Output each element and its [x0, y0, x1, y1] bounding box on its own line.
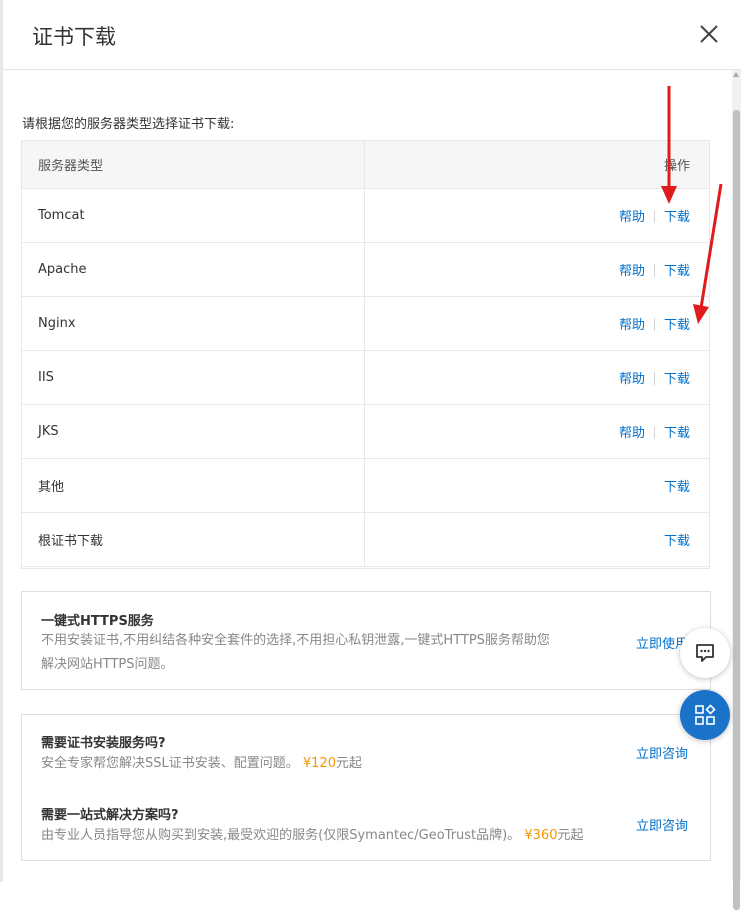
- table-row: 其他 下载: [21, 458, 710, 513]
- server-type-cell: Tomcat: [21, 188, 365, 243]
- server-type-cell: JKS: [21, 404, 365, 459]
- action-cell: 帮助 下载: [364, 296, 710, 351]
- solution-service-price-suffix: 元起: [557, 828, 584, 843]
- help-link[interactable]: 帮助: [619, 372, 645, 387]
- table-row: Apache 帮助 下载: [21, 242, 710, 297]
- apps-icon: [695, 704, 716, 725]
- action-cell: 帮助 下载: [364, 350, 710, 405]
- server-type-cell: 根证书下载: [21, 512, 365, 567]
- scroll-up-icon[interactable]: [733, 72, 739, 77]
- download-link[interactable]: 下载: [664, 480, 690, 495]
- solution-service-desc: 由专业人员指导您从购买到安装,最受欢迎的服务(仅限Symantec/GeoTru…: [41, 825, 583, 847]
- download-link[interactable]: 下载: [664, 318, 690, 333]
- help-link[interactable]: 帮助: [619, 264, 645, 279]
- install-service-price-suffix: 元起: [335, 756, 362, 771]
- server-type-cell: IIS: [21, 350, 365, 405]
- https-service-panel: 一键式HTTPS服务 不用安装证书,不用纠结各种安全套件的选择,不用担心私钥泄露…: [21, 591, 711, 690]
- certificate-download-dialog: 证书下载 请根据您的服务器类型选择证书下载: 服务器类型 操作 Tomcat 帮助…: [3, 0, 741, 910]
- table-row: Nginx 帮助 下载: [21, 296, 710, 351]
- close-icon[interactable]: [697, 22, 721, 46]
- download-link[interactable]: 下载: [664, 210, 690, 225]
- column-header-server-type: 服务器类型: [21, 140, 365, 189]
- table-row: 根证书下载 下载: [21, 512, 710, 567]
- download-link[interactable]: 下载: [664, 372, 690, 387]
- scrollbar[interactable]: [732, 70, 741, 910]
- solution-service-title: 需要一站式解决方案吗?: [41, 808, 179, 823]
- action-cell: 帮助 下载: [364, 188, 710, 243]
- install-service-price: ¥120: [302, 756, 336, 771]
- action-cell: 下载: [364, 512, 710, 567]
- chat-icon: [696, 644, 714, 662]
- https-service-desc-line2: 解决网站HTTPS问题。: [41, 657, 174, 672]
- column-header-action: 操作: [364, 140, 710, 189]
- link-divider: [653, 372, 655, 385]
- install-service-desc-text: 安全专家帮您解决SSL证书安装、配置问题。: [41, 756, 299, 771]
- solution-service-price: ¥360: [524, 828, 558, 843]
- link-divider: [653, 210, 655, 223]
- solution-consult-link[interactable]: 立即咨询: [636, 815, 688, 834]
- table-row: IIS 帮助 下载: [21, 350, 710, 405]
- scrollbar-thumb[interactable]: [733, 110, 740, 910]
- link-divider: [653, 426, 655, 439]
- dialog-header: 证书下载: [3, 0, 741, 70]
- download-link[interactable]: 下载: [664, 534, 690, 549]
- apps-button[interactable]: [680, 690, 730, 740]
- https-service-desc-line1: 不用安装证书,不用纠结各种安全套件的选择,不用担心私钥泄露,一键式HTTPS服务…: [41, 633, 550, 648]
- install-service-title: 需要证书安装服务吗?: [41, 736, 166, 751]
- install-service-desc: 安全专家帮您解决SSL证书安装、配置问题。 ¥120元起: [41, 753, 362, 775]
- chat-button[interactable]: [680, 628, 730, 678]
- help-link[interactable]: 帮助: [619, 318, 645, 333]
- intro-text: 请根据您的服务器类型选择证书下载:: [22, 117, 235, 132]
- link-divider: [653, 318, 655, 331]
- download-link[interactable]: 下载: [664, 426, 690, 441]
- action-cell: 帮助 下载: [364, 404, 710, 459]
- https-service-title: 一键式HTTPS服务: [41, 614, 154, 629]
- help-link[interactable]: 帮助: [619, 426, 645, 441]
- action-cell: 下载: [364, 458, 710, 513]
- server-type-cell: Apache: [21, 242, 365, 297]
- server-type-table: 服务器类型 操作 Tomcat 帮助 下载 Apache 帮助 下载 Nginx 帮助 下载 II…: [21, 140, 710, 567]
- server-type-cell: 其他: [21, 458, 365, 513]
- help-link[interactable]: 帮助: [619, 210, 645, 225]
- server-type-cell: Nginx: [21, 296, 365, 351]
- download-link[interactable]: 下载: [664, 264, 690, 279]
- dialog-title: 证书下载: [32, 25, 116, 49]
- table-row: JKS 帮助 下载: [21, 404, 710, 459]
- install-consult-link[interactable]: 立即咨询: [636, 743, 688, 762]
- link-divider: [653, 264, 655, 277]
- install-services-panel: 需要证书安装服务吗? 安全专家帮您解决SSL证书安装、配置问题。 ¥120元起 …: [21, 714, 711, 861]
- table-row: Tomcat 帮助 下载: [21, 188, 710, 243]
- action-cell: 帮助 下载: [364, 242, 710, 297]
- solution-service-desc-text: 由专业人员指导您从购买到安装,最受欢迎的服务(仅限Symantec/GeoTru…: [41, 828, 521, 843]
